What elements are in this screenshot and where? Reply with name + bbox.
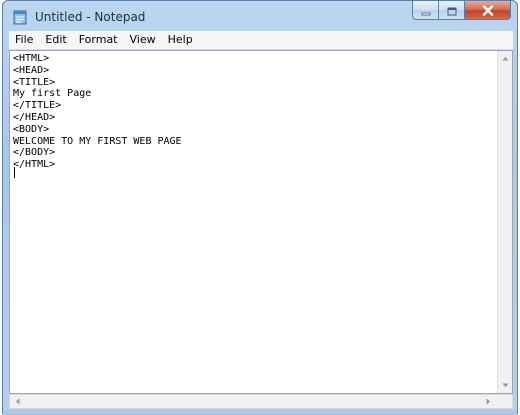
window-bottom-border bbox=[3, 409, 517, 415]
horizontal-scrollbar[interactable] bbox=[9, 394, 513, 409]
menu-file[interactable]: File bbox=[9, 31, 39, 49]
caption-buttons bbox=[412, 1, 511, 21]
scroll-right-arrow-icon[interactable] bbox=[481, 394, 496, 409]
minimize-icon bbox=[421, 1, 431, 20]
menu-format[interactable]: Format bbox=[73, 31, 124, 49]
title-bar[interactable]: Untitled - Notepad bbox=[3, 1, 517, 31]
scroll-left-arrow-icon[interactable] bbox=[10, 394, 25, 409]
menu-view[interactable]: View bbox=[124, 31, 162, 49]
text-editor[interactable]: <HTML> <HEAD> <TITLE> My first Page </TI… bbox=[9, 50, 513, 394]
close-icon bbox=[482, 1, 494, 20]
scroll-down-arrow-icon[interactable] bbox=[498, 378, 512, 393]
vertical-scrollbar[interactable] bbox=[497, 51, 512, 393]
text-caret bbox=[14, 167, 15, 178]
maximize-icon bbox=[447, 1, 457, 20]
close-button[interactable] bbox=[465, 1, 511, 20]
maximize-button[interactable] bbox=[439, 1, 465, 20]
window-title: Untitled - Notepad bbox=[35, 10, 146, 24]
menu-bar: File Edit Format View Help bbox=[9, 31, 513, 50]
notepad-icon[interactable] bbox=[12, 9, 28, 25]
menu-help[interactable]: Help bbox=[162, 31, 199, 49]
notepad-window: Untitled - Notepad File Edit Format View… bbox=[2, 0, 518, 415]
menu-edit[interactable]: Edit bbox=[39, 31, 72, 49]
minimize-button[interactable] bbox=[412, 1, 439, 20]
scroll-up-arrow-icon[interactable] bbox=[498, 51, 512, 66]
document-text[interactable]: <HTML> <HEAD> <TITLE> My first Page </TI… bbox=[13, 53, 497, 393]
